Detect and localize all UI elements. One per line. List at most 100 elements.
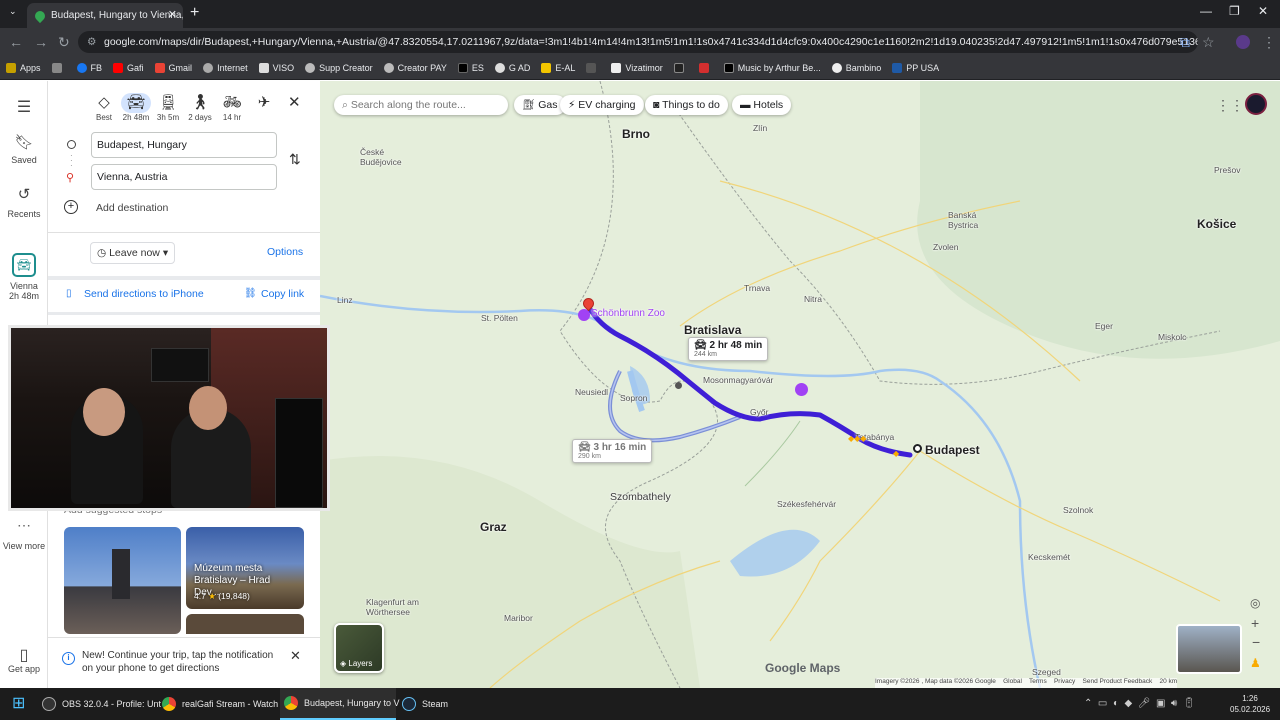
saved-label[interactable]: Saved <box>0 155 48 165</box>
notification-close-icon[interactable]: ✕ <box>290 648 301 664</box>
route-duration-main[interactable]: 🚘︎ 2 hr 48 min 244 km <box>688 337 769 361</box>
mode-driving[interactable]: 🚘︎ 2h 48m <box>121 93 151 122</box>
swap-icon[interactable]: ⇅ <box>289 151 301 168</box>
start-icon[interactable]: ⊞ <box>12 688 25 720</box>
map-scale[interactable]: 20 km <box>1160 678 1178 685</box>
search-along-route-input[interactable]: ⌕ Search along the route... <box>334 95 508 115</box>
bookmark-gmail[interactable]: Gmail <box>154 62 192 73</box>
back-icon[interactable]: ← <box>9 34 23 50</box>
traffic-icon[interactable]: ◆ <box>893 449 899 458</box>
browser-menu-icon[interactable]: ⋮ <box>1262 34 1276 51</box>
chip-ev-charging[interactable]: ⚡︎ EV charging <box>560 95 644 115</box>
get-app-label[interactable]: Get app <box>0 664 48 674</box>
footer-privacy[interactable]: Privacy <box>1054 678 1075 685</box>
saved-icon[interactable]: 🔖︎ <box>0 133 48 151</box>
forward-icon[interactable]: → <box>34 34 48 50</box>
clock[interactable]: 1:26 05.02.2026 <box>1230 688 1270 720</box>
send-directions-link[interactable]: Send directions to iPhone <box>84 288 204 300</box>
layers-button[interactable]: ◈ Layers <box>334 623 384 673</box>
system-tray-icons[interactable]: ⌃ ▭ ◐ ◆ 🎤︎ ▣ 🔊︎ 🔋︎ <box>1084 688 1196 720</box>
cast-icon[interactable]: ⧉ <box>1180 34 1190 51</box>
map-canvas[interactable]: ⌕ Search along the route... ⛽︎ Gas ⚡︎ EV… <box>320 81 1280 688</box>
profile-avatar[interactable] <box>1236 35 1250 49</box>
apps-grid-icon[interactable]: ⋮⋮ <box>1216 97 1244 114</box>
address-bar-row: ← → ↻ ⚙ google.com/maps/dir/Budapest,+Hu… <box>0 28 1280 56</box>
taskbar-obs[interactable]: OBS 32.0.4 - Profile: Unt <box>42 688 161 720</box>
bookmark-eal[interactable]: E-AL <box>541 62 575 73</box>
poi-label[interactable]: Schönbrunn Zoo <box>591 308 665 319</box>
bookmark-apps[interactable]: Apps <box>6 62 41 73</box>
bookmark-music[interactable]: Music by Arthur Be... <box>723 62 821 73</box>
phone-icon[interactable]: ▯ <box>0 645 48 665</box>
bookmark-creator-pay[interactable]: Creator PAY <box>383 62 447 73</box>
suggested-place-card[interactable]: Múzeum mesta Bratislavy – Hrad Dev... 4.… <box>186 527 304 609</box>
bookmark-internet[interactable]: Internet <box>203 62 248 73</box>
maximize-icon[interactable]: ❐ <box>1229 4 1240 18</box>
bookmark-star-icon[interactable]: ☆ <box>1202 34 1215 51</box>
bookmark-blank[interactable] <box>586 62 600 73</box>
site-info-icon[interactable]: ⚙ <box>87 31 96 53</box>
url-input[interactable]: ⚙ google.com/maps/dir/Budapest,+Hungary/… <box>78 31 1198 53</box>
browser-tab[interactable]: Budapest, Hungary to Vienna, A ✕ <box>27 3 183 28</box>
tab-search-icon[interactable]: ⌄ <box>9 6 17 17</box>
bookmark-fb[interactable]: FB <box>76 62 102 73</box>
recent-trip-vienna[interactable]: 🚘︎ Vienna 2h 48m <box>0 253 48 301</box>
add-icon[interactable]: + <box>64 200 78 214</box>
chrome-icon <box>162 697 176 711</box>
options-link[interactable]: Options <box>267 246 303 258</box>
mode-cycling[interactable]: 🚲︎ 14 hr <box>217 93 247 122</box>
mode-flight[interactable]: ✈︎ <box>249 93 279 113</box>
recents-label[interactable]: Recents <box>0 209 48 219</box>
mode-best[interactable]: ◇ Best <box>89 93 119 122</box>
bookmark-viso[interactable]: VISO <box>258 62 294 73</box>
destination-input[interactable]: Vienna, Austria <box>91 164 277 190</box>
footer-feedback[interactable]: Send Product Feedback <box>1083 678 1153 685</box>
poi-pin-icon[interactable] <box>795 383 808 396</box>
suggested-place-image[interactable] <box>64 527 181 634</box>
leave-now-dropdown[interactable]: ◷ Leave now ▾ <box>90 242 176 264</box>
bookmark-es[interactable]: ES <box>457 62 484 73</box>
bookmark-red[interactable] <box>698 62 713 73</box>
footer-global[interactable]: Global <box>1003 678 1022 685</box>
mode-transit[interactable]: 🚆︎ 3h 5m <box>153 93 183 122</box>
close-directions-icon[interactable]: ✕ <box>288 93 301 111</box>
taskbar-steam[interactable]: Steam <box>402 688 472 720</box>
footer-terms[interactable]: Terms <box>1029 678 1047 685</box>
origin-input[interactable]: Budapest, Hungary <box>91 132 277 158</box>
minimize-icon[interactable]: — <box>1200 4 1212 18</box>
route-duration-alt[interactable]: 🚘︎ 3 hr 16 min 290 km <box>572 439 653 463</box>
mode-walking[interactable]: 🚶︎ 2 days <box>185 93 215 122</box>
chip-hotels[interactable]: ▬ Hotels <box>732 95 792 115</box>
taskbar-chrome-maps[interactable]: Budapest, Hungary to V <box>280 688 400 720</box>
view-more-label[interactable]: View more <box>0 541 48 551</box>
new-tab-icon[interactable]: + <box>190 4 199 22</box>
street-view-thumbnail[interactable] <box>1176 624 1242 674</box>
copy-link[interactable]: Copy link <box>261 288 304 300</box>
add-destination[interactable]: Add destination <box>96 202 168 214</box>
chip-gas[interactable]: ⛽︎ Gas <box>514 95 566 115</box>
zoom-in-icon[interactable]: + <box>1251 615 1259 631</box>
origin-marker[interactable] <box>913 444 922 453</box>
tab-close-icon[interactable]: ✕ <box>168 8 177 21</box>
bookmark-gafi[interactable]: Gafi <box>113 62 144 73</box>
bookmark-grid[interactable] <box>51 62 66 73</box>
zoom-out-icon[interactable]: − <box>1252 634 1260 650</box>
window-close-icon[interactable]: ✕ <box>1258 4 1268 18</box>
bookmark-gad[interactable]: G AD <box>494 62 530 73</box>
bookmark-bm[interactable] <box>673 62 688 73</box>
recents-icon[interactable]: ↺ <box>0 185 48 203</box>
suggested-place-image[interactable] <box>186 614 304 634</box>
bookmark-pp-usa[interactable]: PP USA <box>892 62 939 73</box>
traffic-icon[interactable]: ◆◆◆ <box>848 434 866 443</box>
pegman-icon[interactable]: ♟ <box>1250 656 1261 670</box>
chip-things-to-do[interactable]: ◙ Things to do <box>645 95 728 115</box>
menu-icon[interactable]: ☰ <box>0 97 48 117</box>
bookmark-vizatimor[interactable]: Vizatimor <box>611 62 663 73</box>
taskbar-chrome-stream[interactable]: realGafi Stream - Watch <box>162 688 278 720</box>
my-location-icon[interactable]: ◎ <box>1250 596 1260 610</box>
bookmark-supp-creator[interactable]: Supp Creator <box>305 62 373 73</box>
more-icon[interactable]: ⋯ <box>0 517 48 534</box>
account-avatar[interactable] <box>1245 93 1267 115</box>
reload-icon[interactable]: ↻ <box>58 34 70 51</box>
bookmark-bambino[interactable]: Bambino <box>831 62 881 73</box>
